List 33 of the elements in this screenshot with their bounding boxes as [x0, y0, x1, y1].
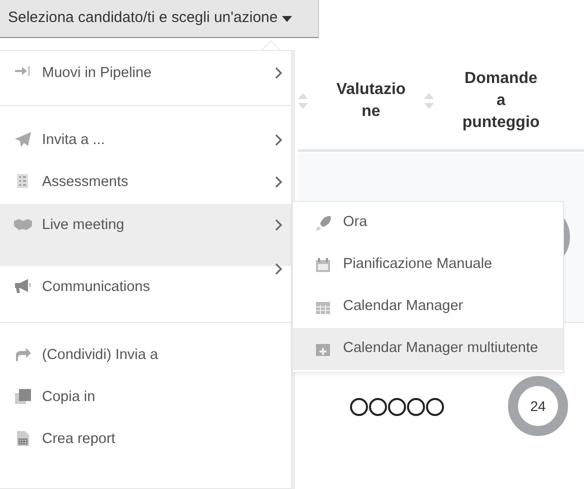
- handshake-icon: [14, 216, 32, 233]
- megaphone-icon: [14, 278, 32, 295]
- chevron-right-icon: [275, 219, 283, 231]
- menu-item[interactable]: Live meeting: [0, 204, 291, 266]
- calendar-icon: [315, 257, 331, 273]
- sort-icon: [298, 92, 308, 108]
- spreadsheet-icon: [14, 430, 32, 447]
- menu-item[interactable]: Communications: [0, 266, 291, 322]
- menu-item[interactable]: Invita a ...: [0, 106, 291, 161]
- calendar-plus-icon: [315, 341, 331, 357]
- column-header: Valutazione: [335, 80, 407, 122]
- menu-item[interactable]: Muovi in Pipeline: [0, 51, 291, 105]
- rocket-icon: [315, 215, 331, 231]
- chevron-right-icon: [275, 67, 283, 79]
- action-dropdown-button[interactable]: Seleziona candidato/ti e scegli un'azione: [0, 0, 319, 38]
- column-header: Domande a punteggio: [461, 68, 541, 132]
- chevron-right-icon: [275, 263, 283, 275]
- menu-item[interactable]: Assessments: [0, 161, 291, 204]
- submenu-item[interactable]: Pianificazione Manuale: [293, 244, 563, 286]
- submenu-item[interactable]: Calendar Manager: [293, 286, 563, 328]
- chevron-right-icon: [275, 134, 283, 146]
- menu-item[interactable]: Copia in: [0, 376, 291, 418]
- copy-icon: [14, 388, 32, 405]
- sort-icon: [424, 92, 434, 108]
- menu-item[interactable]: Crea report: [0, 418, 291, 465]
- caret-icon: [282, 16, 292, 22]
- submenu-item[interactable]: Ora: [293, 202, 563, 244]
- paper-plane-icon: [14, 131, 32, 148]
- submenu-item[interactable]: Calendar Manager multiutente: [293, 328, 563, 370]
- share-arrow-icon: [14, 346, 32, 363]
- chevron-right-icon: [275, 176, 283, 188]
- calendar-grid-icon: [315, 299, 331, 315]
- menu-item[interactable]: (Condividi) Invia a: [0, 323, 291, 376]
